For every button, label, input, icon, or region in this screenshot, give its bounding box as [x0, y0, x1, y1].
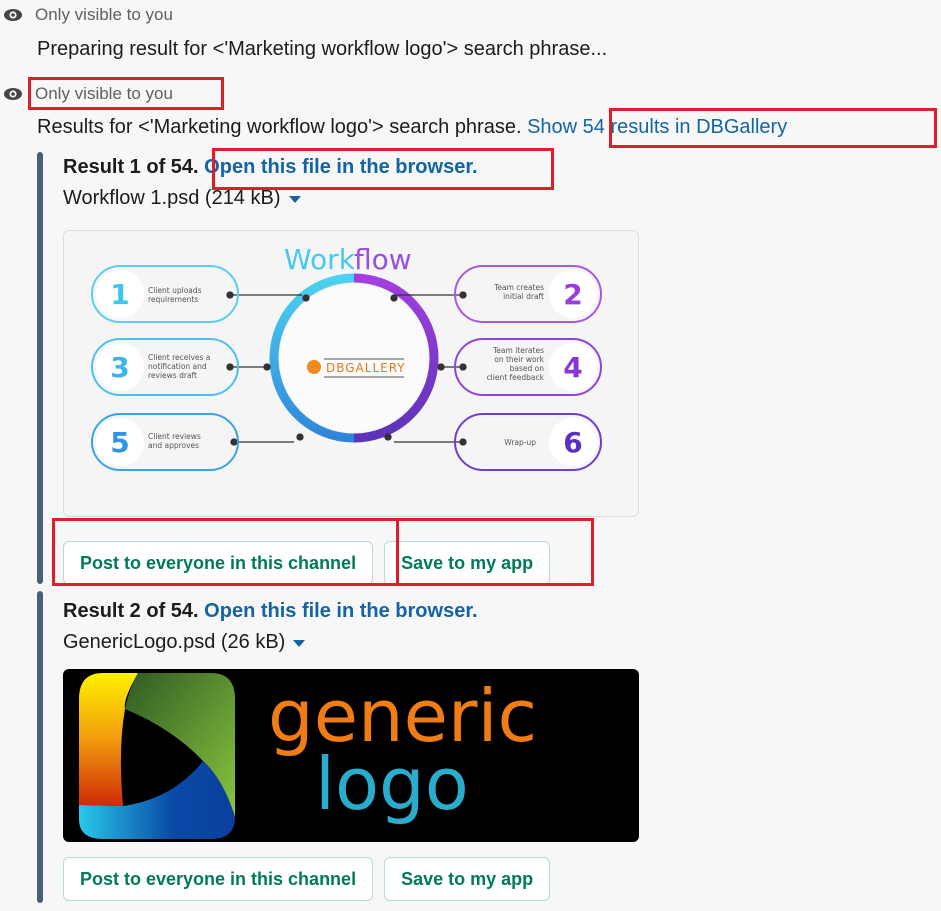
ephemeral-label: Only visible to you	[35, 5, 173, 24]
open-in-browser-link[interactable]: Open this file in the browser.	[204, 156, 477, 178]
result-title: Result 1 of 54. Open this file in the br…	[63, 156, 478, 178]
file-name: Workflow 1.psd (214 kB)	[63, 187, 281, 209]
svg-text:4: 4	[563, 351, 582, 384]
svg-text:based on: based on	[510, 364, 545, 373]
svg-text:requirements: requirements	[148, 295, 198, 304]
svg-text:initial draft: initial draft	[503, 292, 544, 301]
workflow-step: 5 Client reviews and approves	[91, 413, 239, 471]
workflow-step: 4 Team iterates on their work based on c…	[454, 338, 602, 396]
svg-text:2: 2	[563, 278, 582, 311]
message-text: Preparing result for <'Marketing workflo…	[37, 38, 608, 60]
svg-text:on their work: on their work	[494, 355, 544, 364]
result-actions: Post to everyone in this channel Save to…	[63, 541, 551, 585]
workflow-infographic: Work flow DBGALLERY 1 Client uploads req…	[91, 243, 602, 471]
svg-text:Client reviews: Client reviews	[148, 432, 201, 441]
svg-text:6: 6	[563, 426, 582, 459]
save-to-app-button[interactable]: Save to my app	[384, 857, 551, 901]
svg-text:3: 3	[110, 351, 129, 384]
message-text: Results for <'Marketing workflow logo'> …	[37, 116, 787, 139]
attachment-bar	[37, 591, 43, 903]
svg-text:Client uploads: Client uploads	[148, 286, 202, 295]
post-to-channel-button[interactable]: Post to everyone in this channel	[63, 857, 374, 901]
workflow-step: 1 Client uploads requirements	[91, 265, 239, 323]
file-preview-image[interactable]: Work flow DBGALLERY 1 Client uploads req…	[63, 230, 639, 517]
ephemeral-notice: Only visible to you	[0, 81, 173, 107]
workflow-step: 3 Client receives a notification and rev…	[91, 338, 239, 396]
caret-down-icon[interactable]	[293, 640, 306, 647]
result-attachment: Result 2 of 54. Open this file in the br…	[37, 591, 639, 903]
attachment-bar	[37, 152, 43, 584]
generic-logo: generic logo	[79, 673, 537, 839]
svg-text:DBGALLERY: DBGALLERY	[326, 361, 406, 375]
eye-icon	[3, 8, 23, 22]
results-summary: Results for <'Marketing workflow logo'> …	[37, 116, 522, 138]
svg-text:5: 5	[110, 426, 129, 459]
save-to-app-button[interactable]: Save to my app	[384, 541, 551, 585]
caret-down-icon[interactable]	[288, 196, 301, 203]
result-attachment: Result 1 of 54. Open this file in the br…	[37, 152, 639, 585]
file-name: GenericLogo.psd (26 kB)	[63, 631, 286, 653]
eye-icon	[3, 87, 23, 101]
ephemeral-notice: Only visible to you	[0, 2, 173, 28]
open-in-browser-link[interactable]: Open this file in the browser.	[204, 600, 477, 622]
file-info: Workflow 1.psd (214 kB)	[63, 182, 637, 214]
svg-text:Team creates: Team creates	[493, 283, 544, 292]
post-to-channel-button[interactable]: Post to everyone in this channel	[63, 541, 374, 585]
ephemeral-label: Only visible to you	[35, 84, 173, 103]
logo-word-logo: logo	[315, 742, 469, 826]
svg-text:notification and: notification and	[148, 362, 207, 371]
file-preview-image[interactable]: generic logo	[63, 669, 639, 842]
result-actions: Post to everyone in this channel Save to…	[63, 857, 551, 901]
workflow-heading: Work	[284, 243, 356, 276]
svg-text:client feedback: client feedback	[487, 373, 545, 382]
svg-text:Client receives a: Client receives a	[148, 353, 210, 362]
show-all-results-link[interactable]: Show 54 results in DBGallery	[527, 116, 787, 138]
result-title: Result 2 of 54. Open this file in the br…	[63, 600, 478, 622]
svg-text:Wrap-up: Wrap-up	[504, 438, 536, 447]
file-info: GenericLogo.psd (26 kB)	[63, 626, 637, 658]
workflow-step: 2 Team creates initial draft	[454, 265, 602, 323]
svg-text:1: 1	[110, 278, 129, 311]
svg-text:and approves: and approves	[148, 441, 199, 450]
svg-text:reviews draft: reviews draft	[148, 371, 197, 380]
workflow-step: 6 Wrap-up	[454, 413, 602, 471]
svg-text:Team iterates: Team iterates	[492, 346, 544, 355]
svg-text:flow: flow	[354, 243, 412, 276]
